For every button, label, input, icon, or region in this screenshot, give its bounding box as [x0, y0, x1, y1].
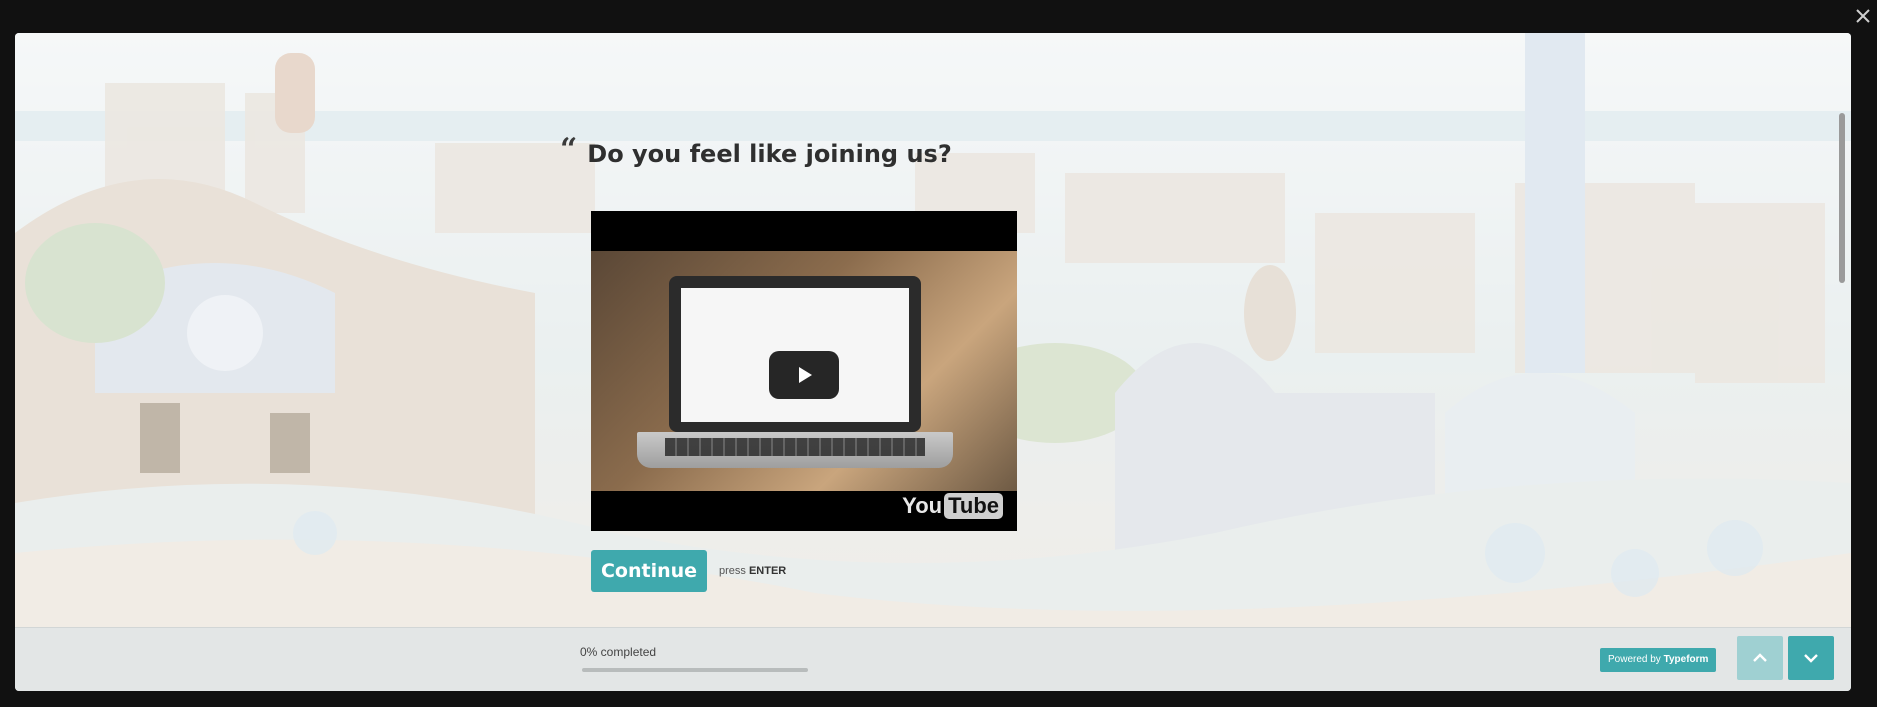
powered-prefix: Powered by [1608, 654, 1661, 665]
quote-mark: “ [560, 132, 578, 167]
chevron-up-icon [1753, 653, 1767, 662]
previous-question-button[interactable] [1737, 636, 1783, 680]
youtube-logo-tube: Tube [944, 493, 1003, 519]
progress-label: 0% completed [580, 645, 657, 659]
close-icon[interactable] [1853, 6, 1873, 26]
play-icon [799, 367, 812, 383]
next-question-button[interactable] [1788, 636, 1834, 680]
progress-bar [582, 668, 808, 672]
typeform-modal: “ Do you feel like joining us? You Tube … [15, 33, 1851, 691]
laptop-keyboard [637, 432, 953, 468]
question-block: “ Do you feel like joining us? [560, 132, 952, 170]
continue-row: Continue press ENTER [591, 550, 786, 592]
question-title: Do you feel like joining us? [587, 140, 952, 168]
scrollbar-thumb[interactable] [1839, 113, 1845, 283]
youtube-video-embed[interactable]: You Tube [591, 211, 1017, 531]
powered-brand: Typeform [1663, 654, 1709, 665]
footer-bar: 0% completed Powered by Typeform [15, 627, 1851, 691]
press-prefix: press [719, 565, 746, 577]
scrollbar[interactable] [1837, 33, 1847, 627]
powered-by-typeform-badge[interactable]: Powered by Typeform [1600, 648, 1717, 672]
press-enter-hint: press ENTER [719, 565, 786, 577]
youtube-logo-you: You [902, 493, 943, 518]
play-button[interactable] [769, 351, 839, 399]
chevron-down-icon [1804, 654, 1818, 663]
youtube-logo[interactable]: You Tube [902, 493, 1003, 519]
press-key: ENTER [748, 565, 787, 577]
continue-button[interactable]: Continue [591, 550, 707, 592]
